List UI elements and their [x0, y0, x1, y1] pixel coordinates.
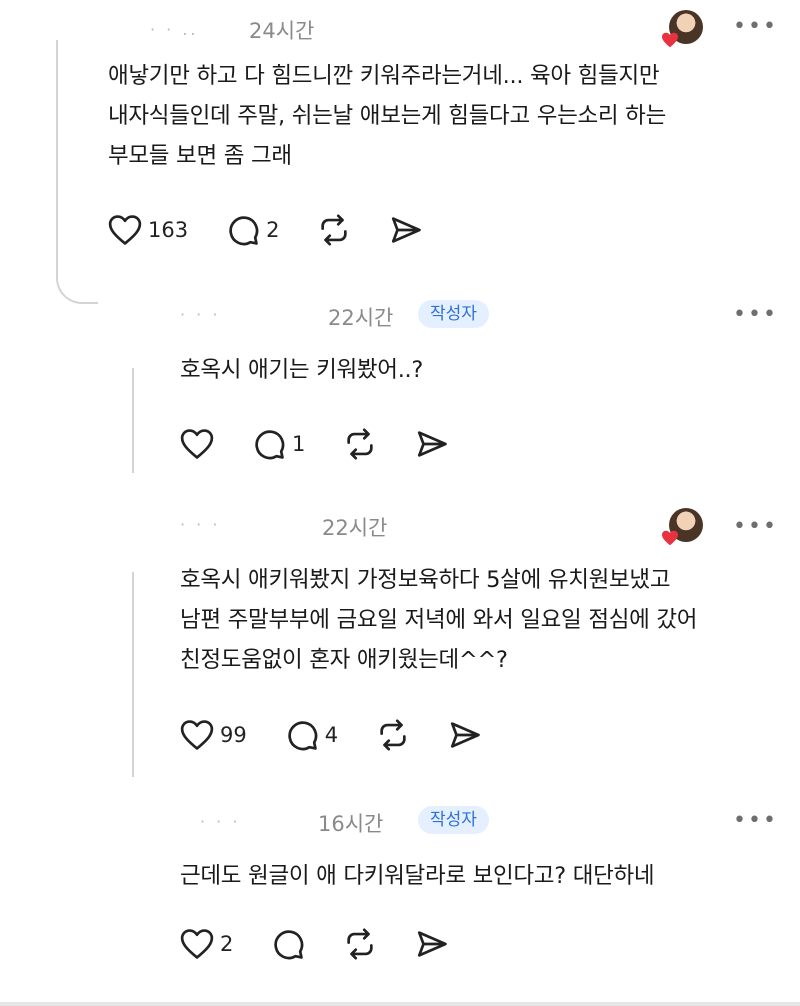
like-button[interactable]: 2 [180, 928, 233, 960]
repost-button[interactable] [317, 213, 351, 247]
comment-text: 호옥시 애키워봤지 가정보육하다 5살에 유치원보냈고 남편 주말부부에 금요일… [180, 567, 698, 673]
repost-icon [321, 214, 348, 246]
author-name[interactable]: · · .. [150, 20, 199, 39]
like-count: 163 [148, 218, 189, 242]
share-button[interactable] [448, 718, 482, 752]
comment-icon [288, 721, 318, 751]
share-icon [418, 431, 448, 457]
comment-icon [229, 216, 259, 246]
thread-line-reply [132, 368, 134, 473]
repost-button[interactable] [343, 927, 377, 961]
comment-icon [255, 430, 285, 460]
comment-text: 애낳기만 하고 다 힘드니깐 키워주라는거네... 육아 힘들지만 내자식들인데… [108, 63, 666, 169]
reply-count: 4 [324, 723, 339, 747]
heart-icon [108, 215, 142, 245]
comment-icon [274, 930, 304, 960]
heart-icon [180, 429, 214, 459]
like-button[interactable]: 163 [108, 214, 188, 246]
thread-line-curve [56, 262, 98, 304]
share-button[interactable] [415, 927, 449, 961]
timestamp: 16시간 [318, 812, 384, 836]
reply-button[interactable]: 1 [252, 427, 305, 461]
heart-icon [180, 720, 214, 750]
author-badge: 작성자 [418, 806, 489, 834]
more-options-button[interactable]: ••• [733, 304, 778, 326]
like-count: 99 [220, 723, 247, 747]
share-button[interactable] [415, 427, 449, 461]
more-options-button[interactable]: ••• [733, 516, 778, 538]
share-icon [392, 217, 422, 243]
reply-count: 2 [266, 218, 280, 242]
timestamp: 22시간 [322, 516, 388, 540]
share-icon [418, 931, 448, 957]
repost-button[interactable] [376, 718, 410, 752]
author-name[interactable]: · · · [200, 812, 240, 831]
reply-count: 1 [292, 432, 306, 456]
author-badge: 작성자 [418, 300, 489, 328]
like-button[interactable]: 99 [180, 719, 247, 751]
reply-button[interactable] [271, 927, 305, 961]
divider [0, 1002, 800, 1006]
share-button[interactable] [389, 213, 423, 247]
action-bar: 1 [180, 424, 487, 464]
repost-icon [347, 428, 374, 460]
avatar[interactable] [662, 508, 703, 546]
heart-icon [180, 929, 214, 959]
thread-line-main [56, 40, 58, 280]
action-bar: 99 4 [180, 715, 520, 755]
repost-icon [347, 928, 374, 960]
avatar-heart-icon [662, 530, 678, 546]
timestamp: 24시간 [249, 19, 315, 43]
comment-text: 근데도 원글이 애 다키워달라로 보인다고? 대단하네 [180, 863, 655, 889]
more-options-button[interactable]: ••• [733, 16, 778, 38]
action-bar: 2 [180, 924, 487, 964]
thread-line-reply [132, 572, 134, 777]
avatar-heart-icon [662, 32, 678, 48]
reply-button[interactable]: 2 [226, 213, 279, 247]
like-button[interactable] [180, 428, 214, 460]
comment-text: 호옥시 애기는 키워봤어..? [180, 357, 424, 383]
timestamp: 22시간 [328, 306, 394, 330]
action-bar: 163 2 [108, 210, 461, 250]
author-name[interactable]: · · · [180, 515, 220, 534]
like-count: 2 [220, 932, 234, 956]
share-icon [451, 722, 480, 748]
author-name[interactable]: · · · [180, 305, 220, 324]
more-options-button[interactable]: ••• [733, 810, 778, 832]
reply-button[interactable]: 4 [285, 718, 338, 752]
repost-button[interactable] [343, 427, 377, 461]
repost-icon [380, 719, 406, 751]
avatar[interactable] [662, 10, 703, 48]
